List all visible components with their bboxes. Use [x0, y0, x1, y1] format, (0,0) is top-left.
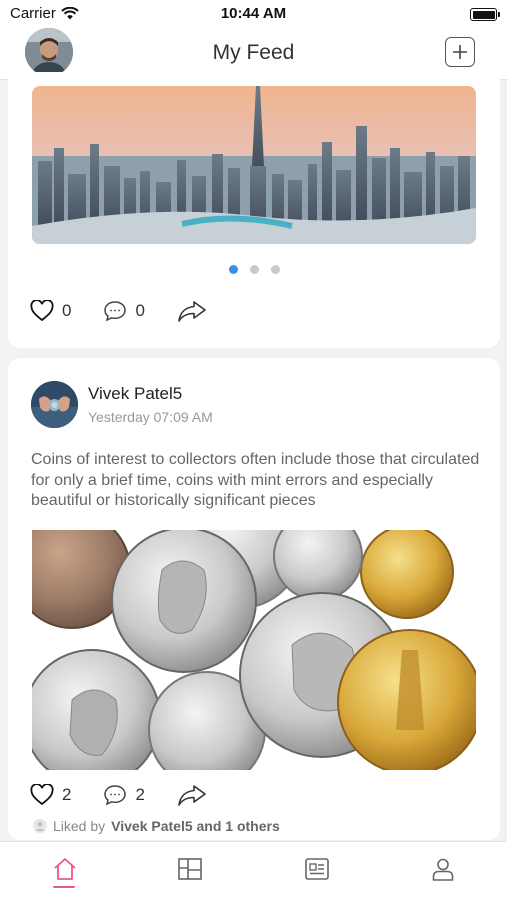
bottom-tab-bar	[0, 841, 507, 900]
carousel-dot-3[interactable]	[270, 265, 280, 274]
post-actions: 2 2	[30, 784, 239, 806]
share-icon	[178, 301, 206, 322]
liked-by-names: Vivek Patel5 and 1 others	[111, 818, 280, 834]
comment-icon	[104, 785, 127, 806]
carousel-dot-1[interactable]	[228, 265, 238, 274]
like-button[interactable]: 2	[30, 784, 71, 806]
heart-icon	[30, 784, 54, 806]
carousel-dots[interactable]	[8, 265, 500, 274]
clock: 10:44 AM	[220, 5, 287, 22]
news-icon	[305, 858, 329, 880]
author-avatar[interactable]	[31, 381, 78, 428]
plus-icon	[453, 45, 467, 59]
status-bar: Carrier 10:44 AM	[0, 0, 507, 28]
comment-count: 0	[135, 301, 145, 320]
comment-icon	[104, 301, 127, 322]
post-timestamp: Yesterday 07:09 AM	[88, 409, 213, 425]
active-tab-indicator	[53, 886, 75, 888]
like-count: 2	[62, 785, 72, 804]
heart-icon	[30, 300, 54, 322]
author-name[interactable]: Vivek Patel5	[88, 384, 182, 404]
post-text: Coins of interest to collectors often in…	[31, 451, 480, 509]
post-photo-coins[interactable]	[32, 530, 476, 770]
share-button[interactable]	[177, 300, 207, 322]
add-post-button[interactable]	[445, 37, 475, 67]
post-photo-city-skyline[interactable]	[32, 86, 476, 244]
like-button[interactable]: 0	[30, 300, 71, 322]
battery-icon	[470, 8, 500, 21]
like-count: 0	[62, 301, 72, 320]
comment-button[interactable]: 2	[103, 784, 145, 806]
feed-post-card: Vivek Patel5 Yesterday 07:09 AM Coins of…	[8, 358, 500, 840]
comment-count: 2	[135, 785, 145, 804]
liked-by-row[interactable]: Liked by Vivek Patel5 and 1 others	[33, 818, 280, 834]
grid-icon	[178, 858, 202, 880]
liked-by-prefix: Liked by	[53, 818, 106, 834]
tab-home[interactable]	[50, 854, 80, 884]
home-icon	[54, 858, 76, 880]
page-title: My Feed	[212, 41, 295, 64]
user-small-icon	[33, 819, 47, 833]
tab-collections[interactable]	[175, 854, 205, 884]
feed-post-card: 0 0	[8, 72, 500, 348]
share-button[interactable]	[177, 784, 207, 806]
tab-news[interactable]	[302, 854, 332, 884]
comment-button[interactable]: 0	[103, 300, 145, 322]
tab-profile[interactable]	[428, 854, 458, 884]
share-icon	[178, 785, 206, 806]
profile-icon	[432, 858, 454, 881]
carousel-dot-2[interactable]	[249, 265, 259, 274]
post-actions: 0 0	[30, 300, 239, 322]
